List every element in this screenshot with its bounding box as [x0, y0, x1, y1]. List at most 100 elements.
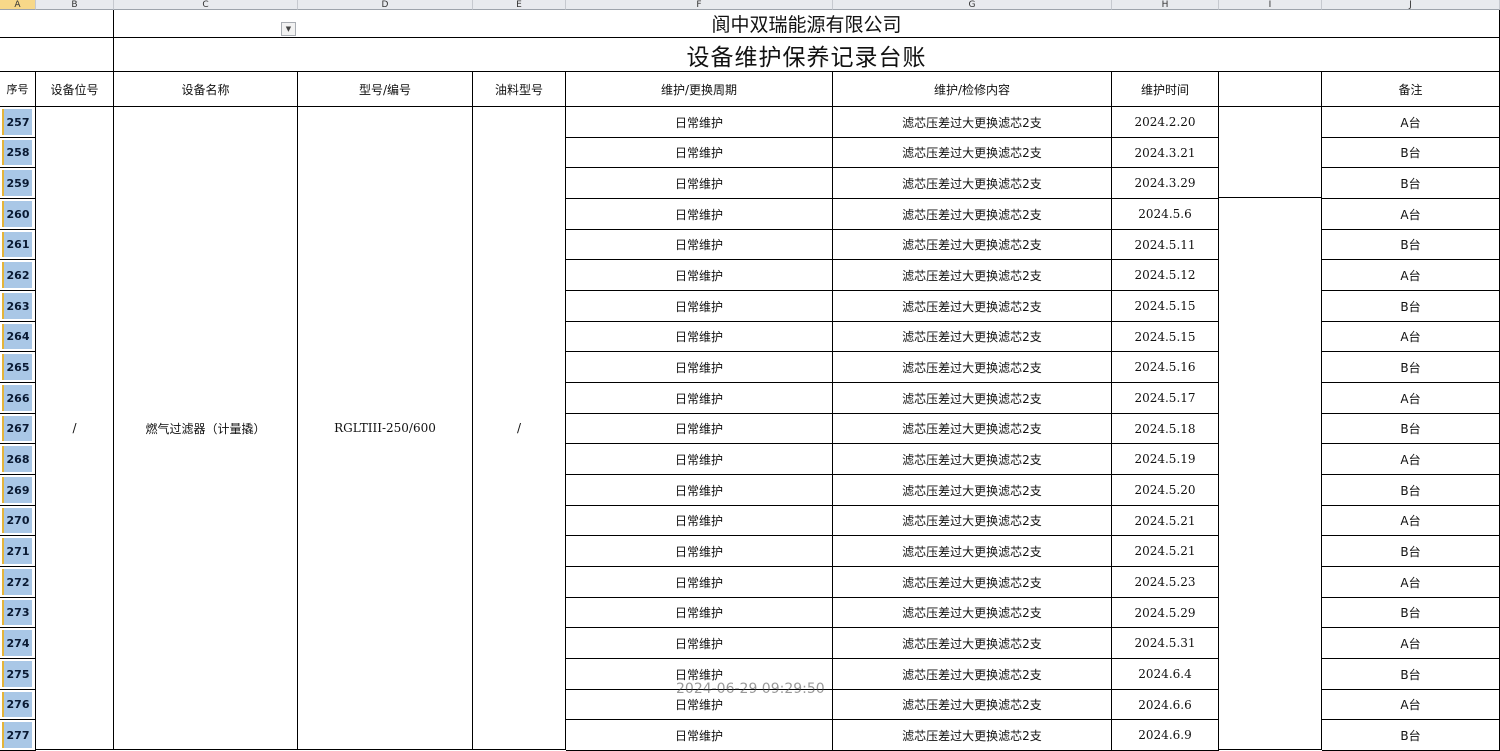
content-cell[interactable]: 滤芯压差过大更换滤芯2支 — [833, 322, 1112, 352]
chevron-down-icon[interactable]: ▼ — [281, 22, 296, 36]
column-header-i[interactable]: I — [1219, 0, 1322, 10]
row-number[interactable]: 269 — [0, 475, 36, 506]
header-note[interactable]: 备注 — [1322, 72, 1500, 107]
note-cell[interactable]: B台 — [1322, 414, 1500, 444]
content-cell[interactable]: 滤芯压差过大更换滤芯2支 — [833, 138, 1112, 168]
row-number[interactable]: 268 — [0, 444, 36, 475]
content-cell[interactable]: 滤芯压差过大更换滤芯2支 — [833, 506, 1112, 536]
column-header-d[interactable]: D — [298, 0, 473, 10]
cycle-cell[interactable]: 日常维护 — [566, 322, 833, 352]
row-number[interactable]: 277 — [0, 720, 36, 751]
row-number[interactable]: 266 — [0, 383, 36, 414]
row-number[interactable]: 267 — [0, 414, 36, 444]
blank-title-cell[interactable] — [0, 10, 114, 38]
content-cell[interactable]: 滤芯压差过大更换滤芯2支 — [833, 567, 1112, 598]
content-cell[interactable]: 滤芯压差过大更换滤芯2支 — [833, 475, 1112, 506]
cycle-cell[interactable]: 日常维护 — [566, 598, 833, 628]
time-cell[interactable]: 2024.5.21 — [1112, 506, 1219, 536]
header-time[interactable]: 维护时间 — [1112, 72, 1219, 107]
header-content[interactable]: 维护/检修内容 — [833, 72, 1112, 107]
time-cell[interactable]: 2024.5.21 — [1112, 536, 1219, 567]
header-index[interactable]: 序号 — [0, 72, 36, 107]
equipment-name-cell[interactable]: 燃气过滤器（计量撬） — [114, 107, 298, 750]
content-cell[interactable]: 滤芯压差过大更换滤芯2支 — [833, 260, 1112, 291]
time-cell[interactable]: 2024.5.23 — [1112, 567, 1219, 598]
cycle-cell[interactable]: 日常维护 — [566, 107, 833, 138]
time-cell[interactable]: 2024.5.16 — [1112, 352, 1219, 383]
column-header-b[interactable]: B — [36, 0, 114, 10]
equipment-model-cell[interactable]: RGLTIII-250/600 — [298, 107, 473, 750]
cycle-cell[interactable]: 日常维护 — [566, 352, 833, 383]
time-cell[interactable]: 2024.5.15 — [1112, 322, 1219, 352]
row-number[interactable]: 271 — [0, 536, 36, 567]
column-header-g[interactable]: G — [833, 0, 1112, 10]
row-number[interactable]: 264 — [0, 322, 36, 352]
cycle-cell[interactable]: 日常维护 — [566, 475, 833, 506]
cycle-cell[interactable]: 日常维护 — [566, 536, 833, 567]
time-cell[interactable]: 2024.5.6 — [1112, 199, 1219, 230]
column-header-f[interactable]: F — [566, 0, 833, 10]
note-cell[interactable]: B台 — [1322, 659, 1500, 690]
cycle-cell[interactable]: 日常维护 — [566, 199, 833, 230]
content-cell[interactable]: 滤芯压差过大更换滤芯2支 — [833, 720, 1112, 751]
time-cell[interactable]: 2024.3.21 — [1112, 138, 1219, 168]
blank-i-cell-2[interactable] — [1219, 198, 1322, 750]
note-cell[interactable]: A台 — [1322, 383, 1500, 414]
note-cell[interactable]: A台 — [1322, 628, 1500, 659]
content-cell[interactable]: 滤芯压差过大更换滤芯2支 — [833, 414, 1112, 444]
time-cell[interactable]: 2024.6.6 — [1112, 690, 1219, 720]
blank-title-cell-2[interactable] — [0, 38, 114, 72]
row-number[interactable]: 276 — [0, 690, 36, 720]
note-cell[interactable]: A台 — [1322, 567, 1500, 598]
cycle-cell[interactable]: 日常维护 — [566, 506, 833, 536]
row-number[interactable]: 258 — [0, 138, 36, 168]
note-cell[interactable]: B台 — [1322, 291, 1500, 322]
row-number[interactable]: 261 — [0, 230, 36, 260]
note-cell[interactable]: A台 — [1322, 322, 1500, 352]
time-cell[interactable]: 2024.2.20 — [1112, 107, 1219, 138]
column-header-a[interactable]: A — [0, 0, 36, 10]
cycle-cell[interactable]: 日常维护 — [566, 567, 833, 598]
header-blank[interactable] — [1219, 72, 1322, 107]
content-cell[interactable]: 滤芯压差过大更换滤芯2支 — [833, 690, 1112, 720]
row-number[interactable]: 262 — [0, 260, 36, 291]
row-number[interactable]: 259 — [0, 168, 36, 199]
row-number[interactable]: 272 — [0, 567, 36, 598]
time-cell[interactable]: 2024.5.31 — [1112, 628, 1219, 659]
note-cell[interactable]: B台 — [1322, 598, 1500, 628]
sheet-title[interactable]: 设备维护保养记录台账 — [114, 38, 1500, 72]
note-cell[interactable]: B台 — [1322, 720, 1500, 751]
company-name[interactable]: 阆中双瑞能源有限公司 — [114, 10, 1500, 38]
note-cell[interactable]: B台 — [1322, 230, 1500, 260]
content-cell[interactable]: 滤芯压差过大更换滤芯2支 — [833, 199, 1112, 230]
cycle-cell[interactable]: 日常维护 — [566, 168, 833, 199]
content-cell[interactable]: 滤芯压差过大更换滤芯2支 — [833, 536, 1112, 567]
time-cell[interactable]: 2024.6.9 — [1112, 720, 1219, 751]
cycle-cell[interactable]: 日常维护 — [566, 628, 833, 659]
row-number[interactable]: 260 — [0, 199, 36, 230]
header-oil[interactable]: 油料型号 — [473, 72, 566, 107]
cycle-cell[interactable]: 日常维护 — [566, 291, 833, 322]
time-cell[interactable]: 2024.5.17 — [1112, 383, 1219, 414]
equipment-position-cell[interactable]: / — [36, 107, 114, 750]
header-name[interactable]: 设备名称 — [114, 72, 298, 107]
cycle-cell[interactable]: 日常维护 — [566, 230, 833, 260]
cycle-cell[interactable]: 日常维护 — [566, 260, 833, 291]
note-cell[interactable]: B台 — [1322, 168, 1500, 199]
content-cell[interactable]: 滤芯压差过大更换滤芯2支 — [833, 598, 1112, 628]
note-cell[interactable]: A台 — [1322, 260, 1500, 291]
note-cell[interactable]: B台 — [1322, 475, 1500, 506]
cycle-cell[interactable]: 日常维护 — [566, 414, 833, 444]
time-cell[interactable]: 2024.3.29 — [1112, 168, 1219, 199]
row-number[interactable]: 263 — [0, 291, 36, 322]
column-header-c[interactable]: C — [114, 0, 298, 10]
blank-i-cell-1[interactable] — [1219, 107, 1322, 198]
content-cell[interactable]: 滤芯压差过大更换滤芯2支 — [833, 291, 1112, 322]
time-cell[interactable]: 2024.6.4 — [1112, 659, 1219, 690]
column-header-h[interactable]: H — [1112, 0, 1219, 10]
note-cell[interactable]: B台 — [1322, 138, 1500, 168]
row-number[interactable]: 274 — [0, 628, 36, 659]
row-number[interactable]: 273 — [0, 598, 36, 628]
content-cell[interactable]: 滤芯压差过大更换滤芯2支 — [833, 168, 1112, 199]
content-cell[interactable]: 滤芯压差过大更换滤芯2支 — [833, 383, 1112, 414]
